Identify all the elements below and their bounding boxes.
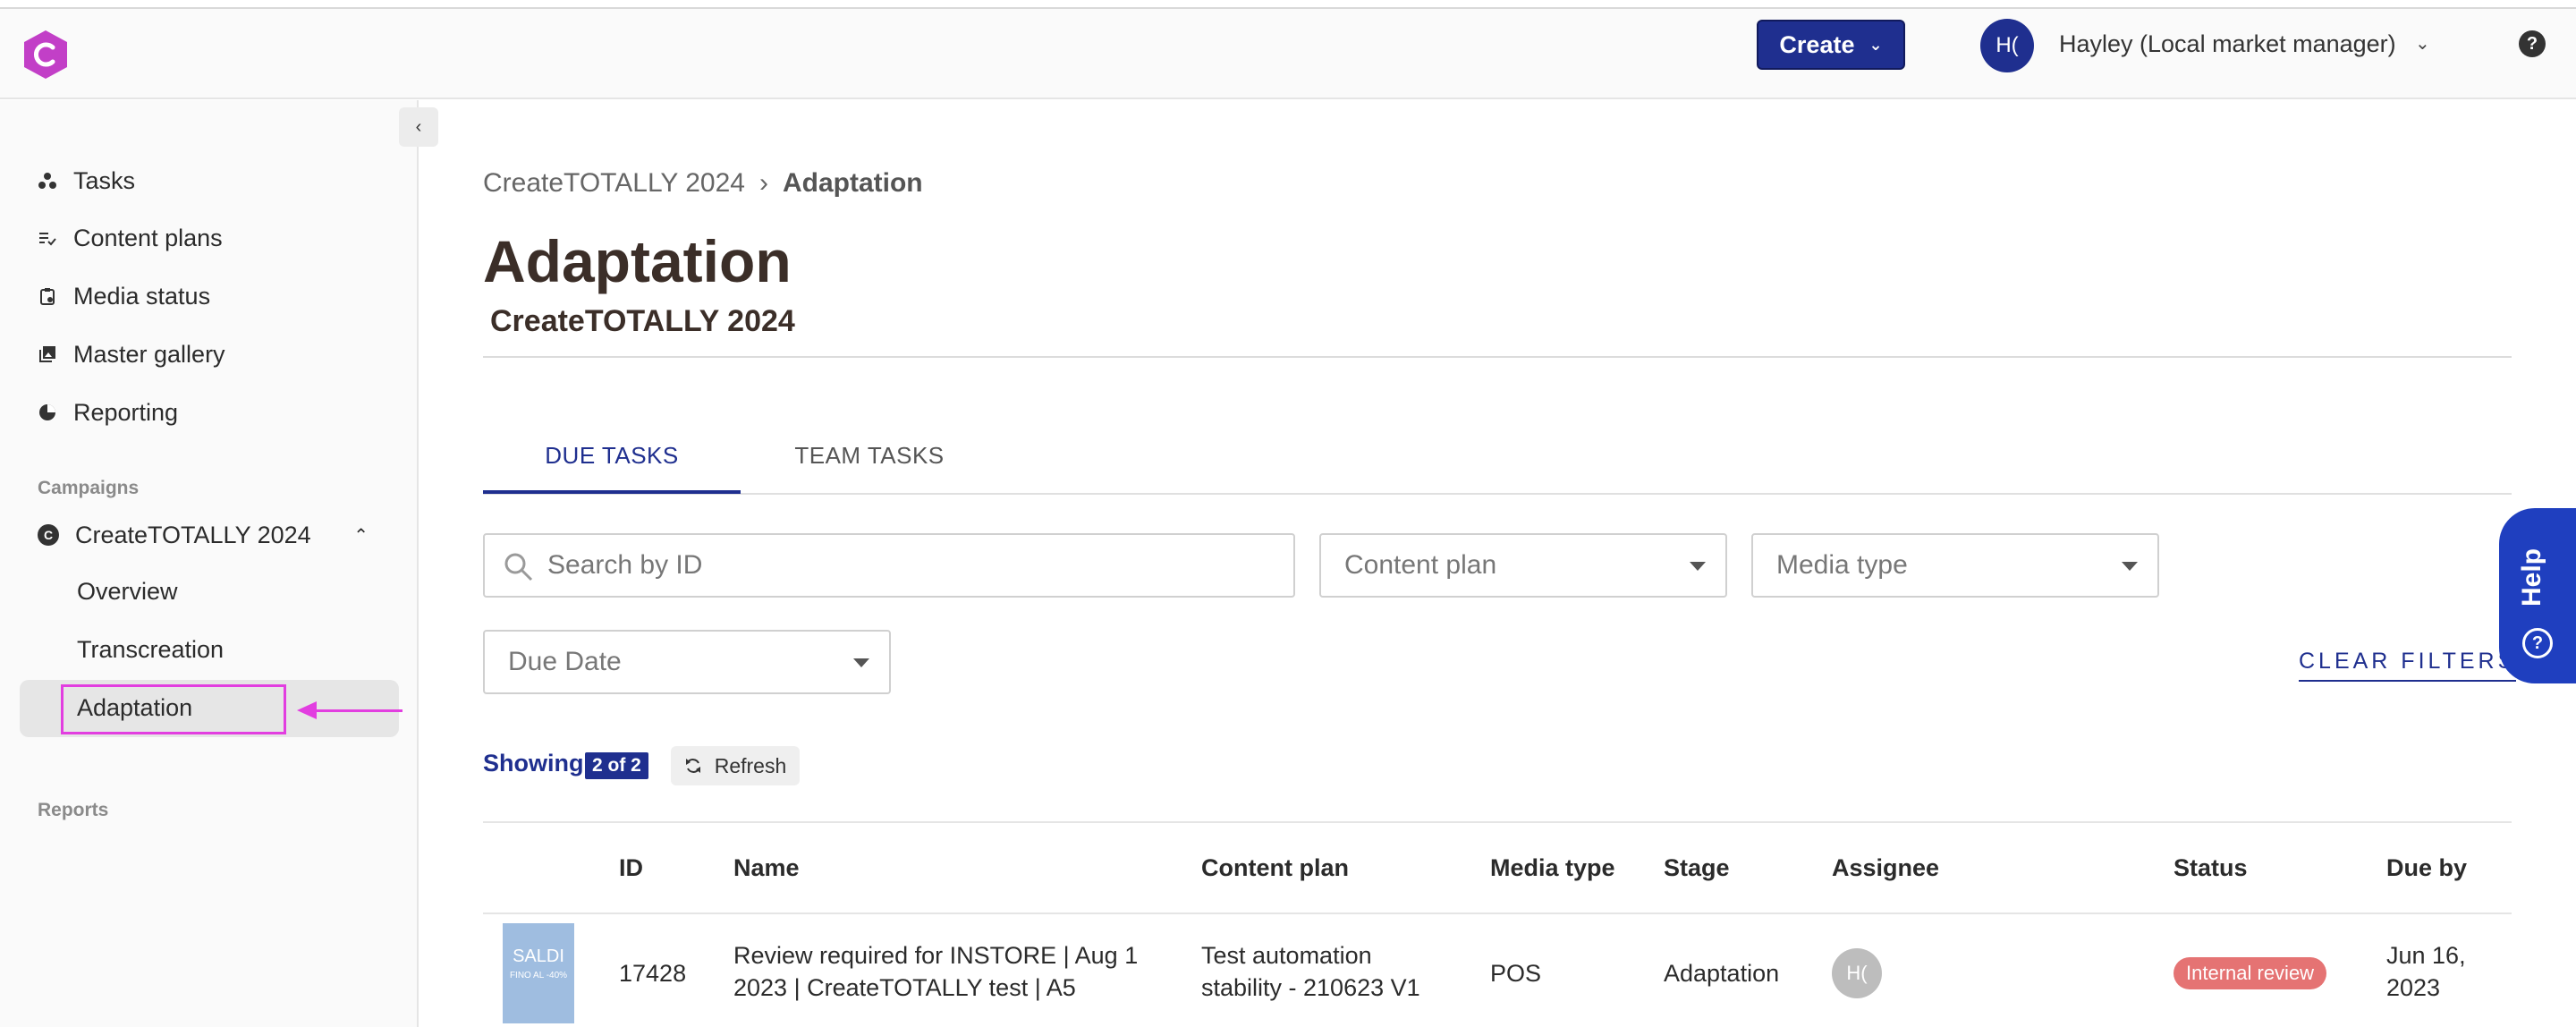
header-divider bbox=[483, 356, 2512, 358]
row-id[interactable]: 17428 bbox=[619, 957, 686, 989]
campaigns-section-label: Campaigns bbox=[38, 478, 140, 498]
refresh-button-label: Refresh bbox=[714, 753, 787, 777]
column-header-name[interactable]: Name bbox=[733, 854, 800, 882]
breadcrumb-separator: › bbox=[758, 168, 768, 198]
pie-chart-icon bbox=[38, 403, 57, 422]
row-due-line-2: 2023 bbox=[2386, 974, 2441, 1001]
task-thumbnail[interactable]: SALDI FINO AL -40% bbox=[503, 923, 574, 1023]
column-header-id[interactable]: ID bbox=[619, 854, 643, 882]
help-side-tab[interactable]: Help ? bbox=[2499, 508, 2576, 683]
thumbnail-title: SALDI bbox=[513, 946, 564, 966]
help-icon[interactable]: ? bbox=[2519, 30, 2546, 57]
column-header-stage[interactable]: Stage bbox=[1664, 854, 1730, 882]
dropdown-caret-icon bbox=[1690, 562, 1706, 571]
sidebar-item-master-gallery[interactable]: Master gallery bbox=[38, 336, 225, 372]
table-header-border bbox=[483, 912, 2512, 914]
dropdown-caret-icon bbox=[853, 658, 869, 667]
results-count-badge: 2 of 2 bbox=[585, 752, 648, 779]
row-content-plan-line-2: stability - 210623 V1 bbox=[1201, 974, 1420, 1001]
search-placeholder: Search by ID bbox=[547, 550, 703, 580]
help-circle-icon: ? bbox=[2522, 628, 2553, 658]
create-button-label: Create bbox=[1779, 30, 1855, 58]
breadcrumb-current: Adaptation bbox=[782, 168, 923, 198]
row-assignee-avatar[interactable]: H( bbox=[1832, 948, 1882, 998]
column-header-due-by[interactable]: Due by bbox=[2386, 854, 2467, 882]
collapse-sidebar-button[interactable]: ‹ bbox=[399, 107, 438, 147]
sidebar-item-tasks[interactable]: Tasks bbox=[38, 163, 135, 199]
campaign-name: CreateTOTALLY 2024 bbox=[75, 521, 311, 548]
tab-due-tasks[interactable]: DUE TASKS bbox=[483, 442, 741, 470]
user-menu-chevron-icon[interactable]: ⌄ bbox=[2415, 32, 2430, 55]
page-subtitle: CreateTOTALLY 2024 bbox=[490, 304, 795, 338]
sidebar-item-media-status[interactable]: Media status bbox=[38, 278, 210, 314]
search-icon bbox=[504, 553, 533, 581]
status-badge: Internal review bbox=[2174, 957, 2327, 989]
campaign-createtotally-2024[interactable]: C CreateTOTALLY 2024 ⌃ bbox=[38, 517, 369, 553]
thumbnail-subtitle: FINO AL -40% bbox=[509, 971, 568, 980]
table-top-border bbox=[483, 821, 2512, 823]
user-avatar[interactable]: H( bbox=[1980, 19, 2034, 72]
content-plan-select[interactable]: Content plan bbox=[1319, 533, 1727, 598]
annotation-highlight-box bbox=[61, 684, 286, 734]
column-header-assignee[interactable]: Assignee bbox=[1832, 854, 1939, 882]
annotation-arrow-line bbox=[308, 709, 402, 712]
sidebar-item-label: Reporting bbox=[73, 398, 179, 426]
row-stage: Adaptation bbox=[1664, 960, 1780, 987]
user-menu-name[interactable]: Hayley (Local market manager) bbox=[2059, 30, 2396, 58]
sidebar-item-label: Media status bbox=[73, 282, 211, 310]
tasks-icon bbox=[38, 171, 57, 191]
column-header-content-plan[interactable]: Content plan bbox=[1201, 854, 1349, 882]
help-side-tab-label: Help bbox=[2517, 547, 2546, 607]
search-input[interactable]: Search by ID bbox=[483, 533, 1295, 598]
breadcrumb: CreateTOTALLY 2024 › Adaptation bbox=[483, 168, 923, 199]
breadcrumb-parent[interactable]: CreateTOTALLY 2024 bbox=[483, 168, 745, 199]
sidebar-item-label: Master gallery bbox=[73, 340, 225, 368]
due-date-select[interactable]: Due Date bbox=[483, 630, 891, 694]
active-tab-indicator bbox=[483, 490, 741, 494]
annotation-arrow-icon bbox=[297, 701, 317, 719]
gallery-icon bbox=[38, 344, 57, 364]
sidebar-subitem-overview[interactable]: Overview bbox=[77, 578, 178, 606]
campaign-icon: C bbox=[38, 524, 59, 546]
chevron-left-icon: ‹ bbox=[415, 116, 422, 137]
create-button[interactable]: Create ⌄ bbox=[1757, 20, 1905, 70]
media-type-select[interactable]: Media type bbox=[1751, 533, 2159, 598]
row-name-line-1[interactable]: Review required for INSTORE | Aug 1 bbox=[733, 939, 1138, 972]
tabs-baseline bbox=[483, 493, 2512, 495]
checklist-icon bbox=[38, 228, 57, 248]
media-type-select-label: Media type bbox=[1776, 550, 1908, 580]
column-header-media-type[interactable]: Media type bbox=[1490, 854, 1615, 882]
app-logo[interactable] bbox=[20, 29, 72, 81]
sidebar-item-label: Content plans bbox=[73, 224, 223, 251]
clipboard-icon bbox=[38, 286, 57, 306]
reports-section-label: Reports bbox=[38, 800, 109, 820]
sidebar-subitem-transcreation[interactable]: Transcreation bbox=[77, 636, 224, 664]
chevron-down-icon: ⌄ bbox=[1868, 35, 1883, 54]
dropdown-caret-icon bbox=[2122, 562, 2138, 571]
due-date-select-label: Due Date bbox=[508, 647, 622, 676]
page-title: Adaptation bbox=[483, 228, 792, 294]
refresh-icon bbox=[685, 759, 700, 773]
showing-label: Showing bbox=[483, 750, 584, 777]
sidebar-item-label: Tasks bbox=[73, 166, 136, 194]
tab-team-tasks[interactable]: TEAM TASKS bbox=[769, 442, 970, 470]
row-due-line-1: Jun 16, bbox=[2386, 942, 2466, 969]
row-media-type: POS bbox=[1490, 960, 1542, 987]
sidebar-item-reporting[interactable]: Reporting bbox=[38, 395, 178, 430]
column-header-status[interactable]: Status bbox=[2174, 854, 2248, 882]
chevron-up-icon[interactable]: ⌃ bbox=[353, 524, 369, 547]
window-top-border bbox=[0, 0, 2576, 9]
row-content-plan-line-1: Test automation bbox=[1201, 942, 1372, 969]
sidebar-item-content-plans[interactable]: Content plans bbox=[38, 220, 223, 256]
clear-filters-button[interactable]: CLEAR FILTERS bbox=[2299, 649, 2517, 682]
content-plan-select-label: Content plan bbox=[1344, 550, 1497, 580]
row-name-line-2[interactable]: 2023 | CreateTOTALLY test | A5 bbox=[733, 972, 1076, 1004]
refresh-button[interactable]: Refresh bbox=[671, 746, 800, 785]
